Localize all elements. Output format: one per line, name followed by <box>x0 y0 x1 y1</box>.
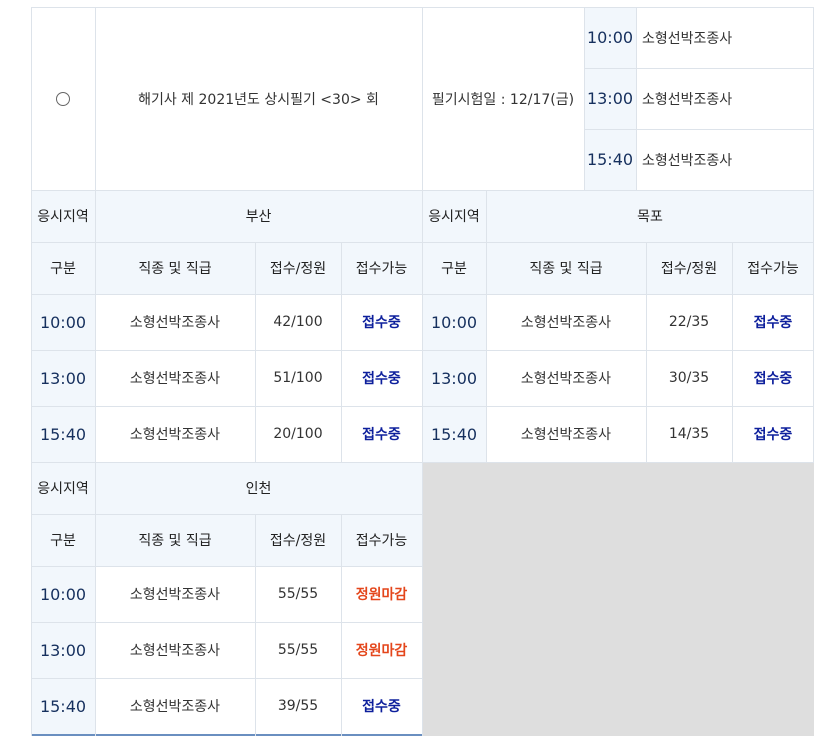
incheon-row-2-status: 정원마감 <box>355 643 408 659</box>
grid-line <box>31 678 422 679</box>
busan-row-2-job: 소형선박조종사 <box>129 371 221 387</box>
mokpo-row-1-status[interactable]: 접수중 <box>732 294 814 350</box>
col-header-time: 구분 <box>422 242 486 294</box>
col-header-time: 구분 <box>31 514 95 566</box>
grid-line <box>255 514 256 736</box>
incheon-row-3-status[interactable]: 접수중 <box>341 678 422 734</box>
incheon-row-3-count: 39/55 <box>277 698 319 714</box>
mokpo-row-3-count: 14/35 <box>668 426 710 442</box>
grid-line <box>255 242 256 462</box>
incheon-row-3-time: 15:40 <box>31 678 95 734</box>
busan-row-3-time: 15:40 <box>31 406 95 462</box>
incheon-row-1-count: 55/55 <box>277 586 319 602</box>
grid-line <box>31 514 422 515</box>
incheon-row-1-job: 소형선박조종사 <box>129 587 221 603</box>
mokpo-row-3-job: 소형선박조종사 <box>520 427 612 443</box>
mokpo-row-3-time: 15:40 <box>422 406 486 462</box>
grid-line <box>636 7 637 190</box>
region-name-mokpo: 목포 <box>486 190 814 242</box>
mokpo-row-2-job: 소형선박조종사 <box>520 371 612 387</box>
grid-line <box>584 7 585 190</box>
busan-row-1-count: 42/100 <box>273 314 323 330</box>
exam-job-2: 소형선박조종사 <box>642 91 733 108</box>
region-label: 응시지역 <box>31 462 95 514</box>
grid-line <box>422 7 423 736</box>
busan-row-3-count: 20/100 <box>273 426 323 442</box>
exam-select-cell[interactable] <box>31 7 95 190</box>
mokpo-row-1-time: 10:00 <box>422 294 486 350</box>
exam-job-3: 소형선박조종사 <box>642 152 733 169</box>
exam-date: 필기시험일 : 12/17(금) <box>431 91 575 108</box>
grid-line <box>31 622 422 623</box>
grid-line <box>341 242 342 462</box>
region-label: 응시지역 <box>31 190 95 242</box>
grid-line <box>95 7 96 736</box>
busan-row-2-status[interactable]: 접수중 <box>341 350 422 406</box>
incheon-row-3-job: 소형선박조종사 <box>129 699 221 715</box>
grid-line <box>31 7 32 736</box>
incheon-row-2-time: 13:00 <box>31 622 95 678</box>
exam-title: 해기사 제 2021년도 상시필기 <30> 회 <box>138 91 379 108</box>
col-header-time: 구분 <box>31 242 95 294</box>
mokpo-row-1-count: 22/35 <box>668 314 710 330</box>
busan-row-1-status[interactable]: 접수중 <box>341 294 422 350</box>
incheon-row-1-status: 정원마감 <box>355 587 408 603</box>
grid-line <box>732 242 733 462</box>
mokpo-row-2-status[interactable]: 접수중 <box>732 350 814 406</box>
exam-schedule-table: 해기사 제 2021년도 상시필기 <30> 회 필기시험일 : 12/17(금… <box>31 7 814 736</box>
col-header-status: 접수가능 <box>732 242 814 294</box>
grid-line <box>486 190 487 462</box>
incheon-row-2-count: 55/55 <box>277 642 319 658</box>
col-header-job: 직종 및 직급 <box>95 514 255 566</box>
col-header-count: 접수/정원 <box>255 242 341 294</box>
col-header-status: 접수가능 <box>341 514 422 566</box>
col-header-job: 직종 및 직급 <box>486 242 646 294</box>
mokpo-row-3-status[interactable]: 접수중 <box>732 406 814 462</box>
grid-line <box>31 566 422 567</box>
busan-row-3-job: 소형선박조종사 <box>129 427 221 443</box>
region-name-busan: 부산 <box>95 190 422 242</box>
exam-time-3: 15:40 <box>584 129 636 190</box>
grid-line <box>813 7 814 462</box>
busan-row-1-job: 소형선박조종사 <box>129 315 221 331</box>
mokpo-row-1-job: 소형선박조종사 <box>520 315 612 331</box>
mokpo-row-2-time: 13:00 <box>422 350 486 406</box>
table-bottom-border <box>31 734 422 736</box>
grid-line <box>584 68 814 69</box>
incheon-row-2-job: 소형선박조종사 <box>129 643 221 659</box>
exam-radio-button[interactable] <box>56 91 70 106</box>
grid-line <box>646 242 647 462</box>
busan-row-2-time: 13:00 <box>31 350 95 406</box>
empty-region-placeholder <box>422 462 814 736</box>
col-header-count: 접수/정원 <box>646 242 732 294</box>
exam-time-2: 13:00 <box>584 68 636 129</box>
region-name-incheon: 인천 <box>95 462 422 514</box>
exam-time-1: 10:00 <box>584 7 636 68</box>
grid-line <box>341 514 342 736</box>
mokpo-row-2-count: 30/35 <box>668 370 710 386</box>
busan-row-2-count: 51/100 <box>273 370 323 386</box>
busan-row-3-status[interactable]: 접수중 <box>341 406 422 462</box>
incheon-row-1-time: 10:00 <box>31 566 95 622</box>
exam-job-1: 소형선박조종사 <box>642 30 733 47</box>
region-label: 응시지역 <box>422 190 486 242</box>
grid-line <box>584 129 814 130</box>
busan-row-1-time: 10:00 <box>31 294 95 350</box>
col-header-status: 접수가능 <box>341 242 422 294</box>
col-header-count: 접수/정원 <box>255 514 341 566</box>
col-header-job: 직종 및 직급 <box>95 242 255 294</box>
